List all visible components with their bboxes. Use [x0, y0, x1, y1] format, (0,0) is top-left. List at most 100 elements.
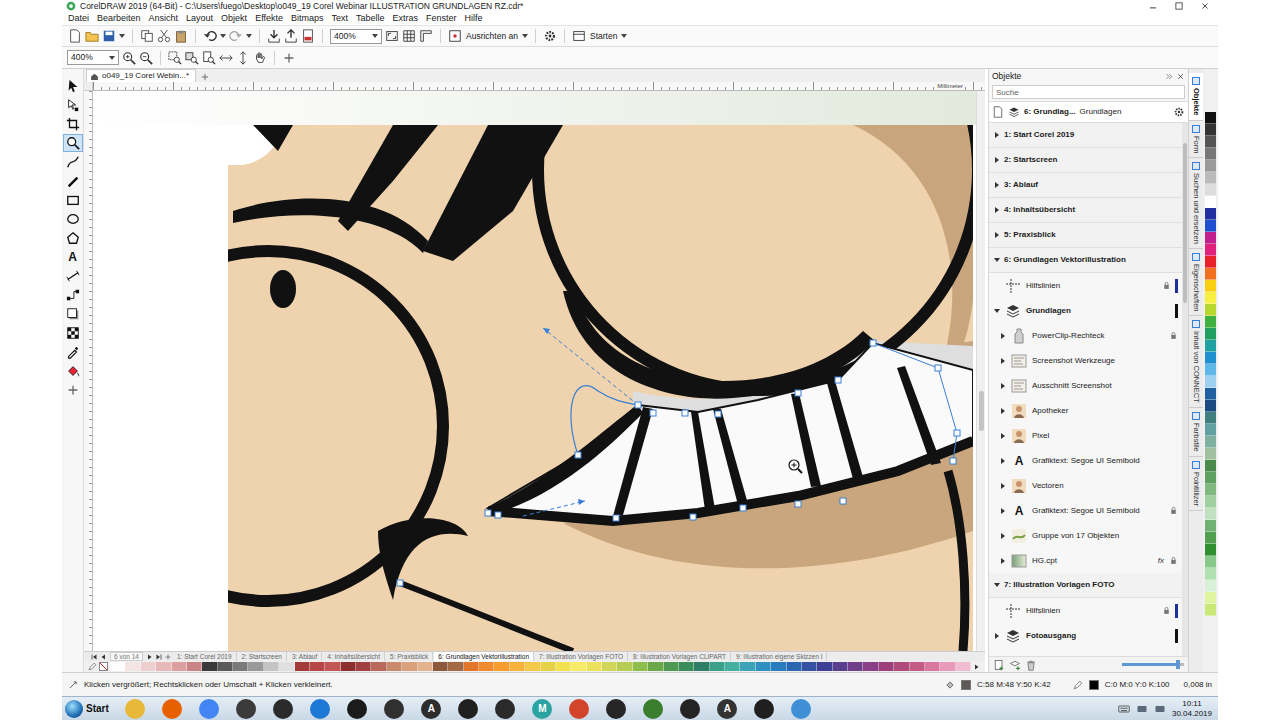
expand-arrow-icon[interactable] — [994, 309, 1000, 313]
thumbnail-size-slider[interactable] — [1122, 663, 1184, 666]
taskbar-app[interactable] — [487, 697, 524, 720]
color-swatch[interactable] — [325, 662, 340, 671]
first-page-icon[interactable] — [90, 653, 98, 661]
color-swatch[interactable] — [694, 662, 709, 671]
item-label[interactable]: 3: Ablauf — [1004, 179, 1038, 191]
color-swatch[interactable] — [633, 662, 648, 671]
color-swatch[interactable] — [1205, 304, 1216, 316]
rect-tool-icon[interactable] — [66, 193, 80, 207]
page-tab[interactable]: 8: Illustration Vorlagen CLIPART — [629, 652, 731, 661]
menu-item[interactable]: Bearbeiten — [93, 12, 145, 25]
shape-tool[interactable] — [64, 97, 82, 113]
lock-icon[interactable] — [1162, 281, 1171, 290]
color-swatch[interactable] — [233, 662, 248, 671]
item-label[interactable]: Hilfslinien — [1026, 280, 1060, 292]
document-tab-label[interactable]: o049_19 Corel Webin...* — [102, 70, 189, 82]
color-swatch[interactable] — [1205, 160, 1216, 172]
add-tool-button[interactable] — [64, 382, 82, 398]
color-swatch[interactable] — [341, 662, 356, 671]
color-swatch[interactable] — [1205, 244, 1216, 256]
document-tab[interactable]: o049_19 Corel Webin...* — [86, 69, 196, 82]
layer-color[interactable] — [1175, 629, 1178, 643]
color-swatch[interactable] — [218, 662, 233, 671]
color-swatch[interactable] — [1205, 424, 1216, 436]
color-swatch[interactable] — [1205, 340, 1216, 352]
color-swatch[interactable] — [556, 662, 571, 671]
color-swatch[interactable] — [356, 662, 371, 671]
redo-icon[interactable] — [229, 29, 243, 43]
item-label[interactable]: Grafiktext: Segoe UI Semibold — [1032, 505, 1140, 517]
start-button[interactable]: Start — [62, 697, 117, 720]
color-swatch[interactable] — [756, 662, 771, 671]
horizontal-ruler[interactable]: Millimeter — [93, 82, 985, 91]
object-item[interactable]: Apotheker — [989, 398, 1182, 423]
color-swatch[interactable] — [710, 662, 725, 671]
paste-icon[interactable] — [174, 29, 188, 43]
zoom-tool-icon[interactable] — [66, 136, 80, 150]
page-item[interactable]: 2: Startscreen — [989, 148, 1182, 173]
layer-item[interactable]: Hilfslinien — [989, 273, 1182, 298]
item-label[interactable]: Pixel — [1032, 430, 1049, 442]
scroll-thumb[interactable] — [1183, 143, 1187, 303]
item-label[interactable]: Apotheker — [1032, 405, 1068, 417]
fill-icon[interactable] — [945, 680, 955, 690]
color-swatch[interactable] — [418, 662, 433, 671]
color-swatch[interactable] — [1205, 532, 1216, 544]
dropdown-arrow-icon[interactable] — [246, 34, 252, 38]
color-swatch[interactable] — [1205, 376, 1216, 388]
color-swatch[interactable] — [1205, 172, 1216, 184]
freehand-tool[interactable] — [64, 154, 82, 170]
effect-badge[interactable]: fx — [1158, 555, 1164, 567]
cut-icon[interactable] — [157, 29, 171, 43]
previous-page-icon[interactable] — [99, 653, 107, 661]
pan-icon[interactable] — [253, 51, 267, 65]
color-swatch[interactable] — [525, 662, 540, 671]
fullscreen-icon[interactable] — [385, 29, 399, 43]
lock-icon[interactable] — [1169, 556, 1178, 565]
color-swatch[interactable] — [1205, 196, 1216, 208]
shadow-tool-icon[interactable] — [66, 307, 80, 321]
pen-icon[interactable] — [88, 662, 97, 671]
artistic-tool-icon[interactable] — [66, 174, 80, 188]
expand-arrow-icon[interactable] — [995, 207, 999, 213]
palette-scroll-icon[interactable] — [973, 663, 981, 671]
color-swatch[interactable] — [894, 662, 909, 671]
pick-tool[interactable] — [64, 78, 82, 94]
color-swatch[interactable] — [1205, 388, 1216, 400]
scroll-thumb[interactable] — [979, 391, 984, 431]
layer-item[interactable]: Hilfslinien — [989, 598, 1182, 623]
page-tab[interactable]: 3: Ablauf — [288, 652, 322, 661]
taskbar-app[interactable] — [228, 697, 265, 720]
add-page-icon[interactable] — [164, 653, 172, 661]
color-swatch[interactable] — [1205, 484, 1216, 496]
color-swatch[interactable] — [248, 662, 263, 671]
color-swatch[interactable] — [1205, 292, 1216, 304]
expand-arrow-icon[interactable] — [995, 182, 999, 188]
app-icon[interactable] — [643, 699, 663, 719]
item-label[interactable]: HG.cpt — [1032, 555, 1057, 567]
current-layer[interactable]: Grundlagen — [1080, 106, 1122, 118]
taskbar-app[interactable] — [746, 697, 783, 720]
object-item[interactable]: Ausschnitt Screenshot — [989, 373, 1182, 398]
menu-item[interactable]: Objekt — [217, 12, 251, 25]
zoom-in-icon[interactable] — [122, 51, 136, 65]
color-swatch[interactable] — [617, 662, 632, 671]
object-item[interactable]: HG.cpt fx — [989, 548, 1182, 573]
taskbar-app[interactable] — [635, 697, 672, 720]
item-label[interactable]: PowerClip-Rechteck — [1032, 330, 1104, 342]
menu-item[interactable]: Tabelle — [352, 12, 389, 25]
menu-item[interactable]: Hilfe — [461, 12, 487, 25]
color-swatch[interactable] — [664, 662, 679, 671]
dropdown-arrow-icon[interactable] — [220, 34, 226, 38]
app-icon[interactable] — [384, 699, 404, 719]
app-glyph[interactable]: A — [428, 701, 435, 716]
lock-icon[interactable] — [1169, 331, 1178, 340]
new-document-icon[interactable] — [200, 72, 210, 82]
color-swatch[interactable] — [817, 662, 832, 671]
connector-tool-icon[interactable] — [66, 288, 80, 302]
snap-to-button[interactable]: Ausrichten an — [448, 29, 528, 43]
search-input[interactable] — [992, 85, 1185, 99]
color-swatch[interactable] — [402, 662, 417, 671]
page-item[interactable]: 7: Illustration Vorlagen FOTO — [989, 573, 1182, 598]
minimize-icon[interactable] — [1148, 1, 1158, 11]
